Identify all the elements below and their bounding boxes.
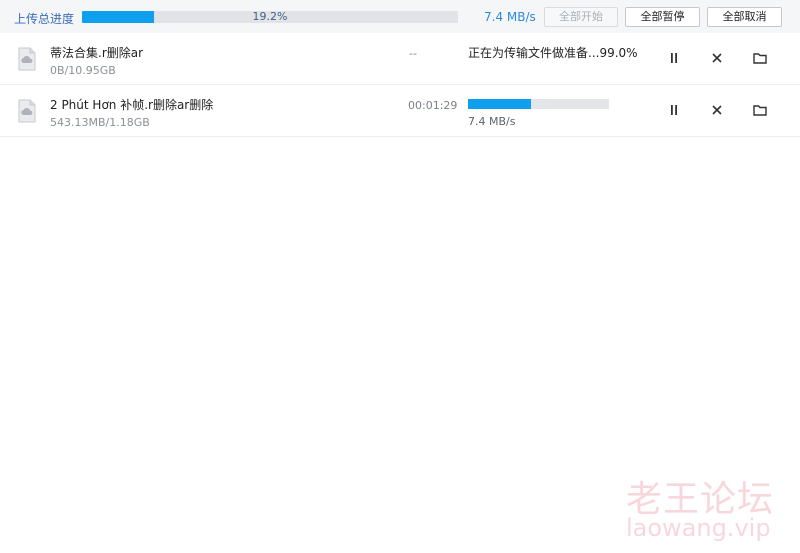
upload-speed: 7.4 MB/s (468, 115, 516, 128)
file-cloud-icon (17, 47, 37, 71)
upload-progress-fill (468, 99, 532, 109)
close-icon[interactable] (708, 101, 726, 119)
watermark-url: laowang.vip (626, 514, 771, 542)
upload-status: 正在为传输文件做准备...99.0% (468, 46, 638, 60)
upload-progress-bar (468, 99, 609, 109)
total-speed: 7.4 MB/s (484, 10, 536, 24)
file-name: 2 Phút Hơn 补帧.r删除ar删除 (50, 98, 214, 112)
remaining-time: 00:01:29 (408, 99, 458, 112)
start-all-button[interactable]: 全部开始 (544, 7, 618, 27)
total-progress-bar: 19.2% (82, 11, 458, 23)
pause-icon[interactable] (665, 49, 683, 67)
file-name: 蒂法合集.r删除ar (50, 46, 144, 60)
remaining-time: -- (409, 47, 417, 60)
file-size: 0B/10.95GB (50, 64, 116, 77)
upload-row: 2 Phút Hơn 补帧.r删除ar删除 543.13MB/1.18GB 00… (0, 85, 800, 137)
upload-toolbar: 上传总进度 19.2% 7.4 MB/s 全部开始 全部暂停 全部取消 (0, 0, 800, 33)
folder-icon[interactable] (751, 49, 769, 67)
folder-icon[interactable] (751, 101, 769, 119)
upload-row: 蒂法合集.r删除ar 0B/10.95GB -- 正在为传输文件做准备...99… (0, 33, 800, 85)
pause-icon[interactable] (665, 101, 683, 119)
pause-all-button[interactable]: 全部暂停 (625, 7, 700, 27)
close-icon[interactable] (708, 49, 726, 67)
file-cloud-icon (17, 99, 37, 123)
cancel-all-button[interactable]: 全部取消 (707, 7, 782, 27)
total-progress-label: 上传总进度 (14, 12, 75, 26)
total-progress-percent: 19.2% (252, 11, 288, 23)
file-size: 543.13MB/1.18GB (50, 116, 150, 129)
